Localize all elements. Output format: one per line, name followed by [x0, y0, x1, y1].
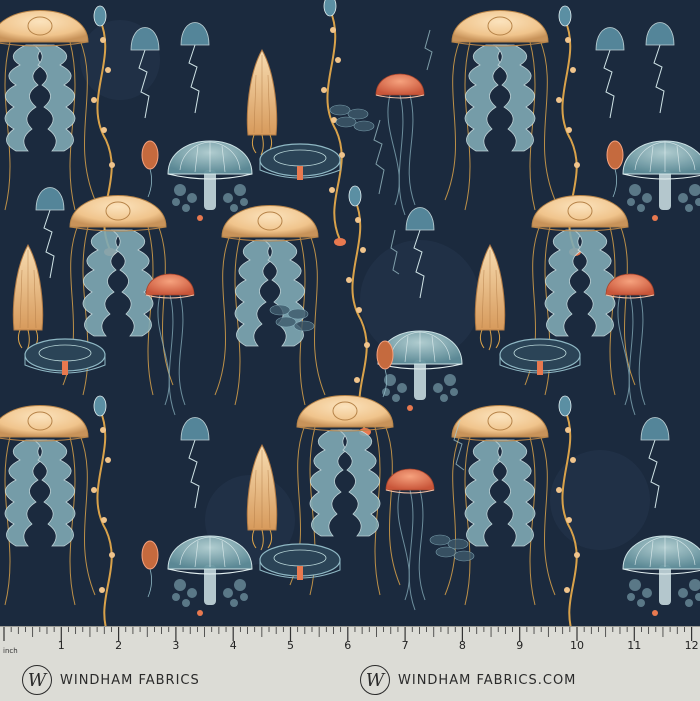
brand-name-text: WINDHAM FABRICS	[60, 672, 200, 688]
brand-right: W WINDHAM FABRICS.COM	[360, 665, 576, 695]
ruler-number: 7	[401, 639, 409, 652]
ruler-number: 5	[287, 639, 294, 652]
ruler-number: 2	[115, 639, 123, 652]
windham-logo-icon: W	[22, 665, 52, 695]
ruler-number: 10	[570, 639, 584, 652]
ruler-number: 4	[229, 639, 237, 652]
ruler-number: 6	[344, 639, 352, 652]
ruler-number: 8	[458, 639, 466, 652]
measuring-ruler: inch 1 2 3 4 5 6 7 8 9 10 11 12 W WINDHAM FABRICS W…	[0, 626, 700, 701]
brand-row: W WINDHAM FABRICS W WINDHAM FABRICS.COM	[0, 661, 700, 699]
brand-left: W WINDHAM FABRICS	[22, 665, 200, 695]
ruler-unit-label: inch	[3, 647, 18, 655]
jellyfish-fabric-pattern	[0, 0, 700, 626]
ruler-number: 12	[684, 639, 699, 652]
ruler-number: 9	[516, 639, 524, 652]
ruler-number: 11	[627, 639, 642, 652]
windham-logo-icon: W	[360, 665, 390, 695]
ruler-number: 3	[172, 639, 180, 652]
ruler-number: 1	[57, 639, 65, 652]
brand-url-text: WINDHAM FABRICS.COM	[398, 672, 577, 688]
